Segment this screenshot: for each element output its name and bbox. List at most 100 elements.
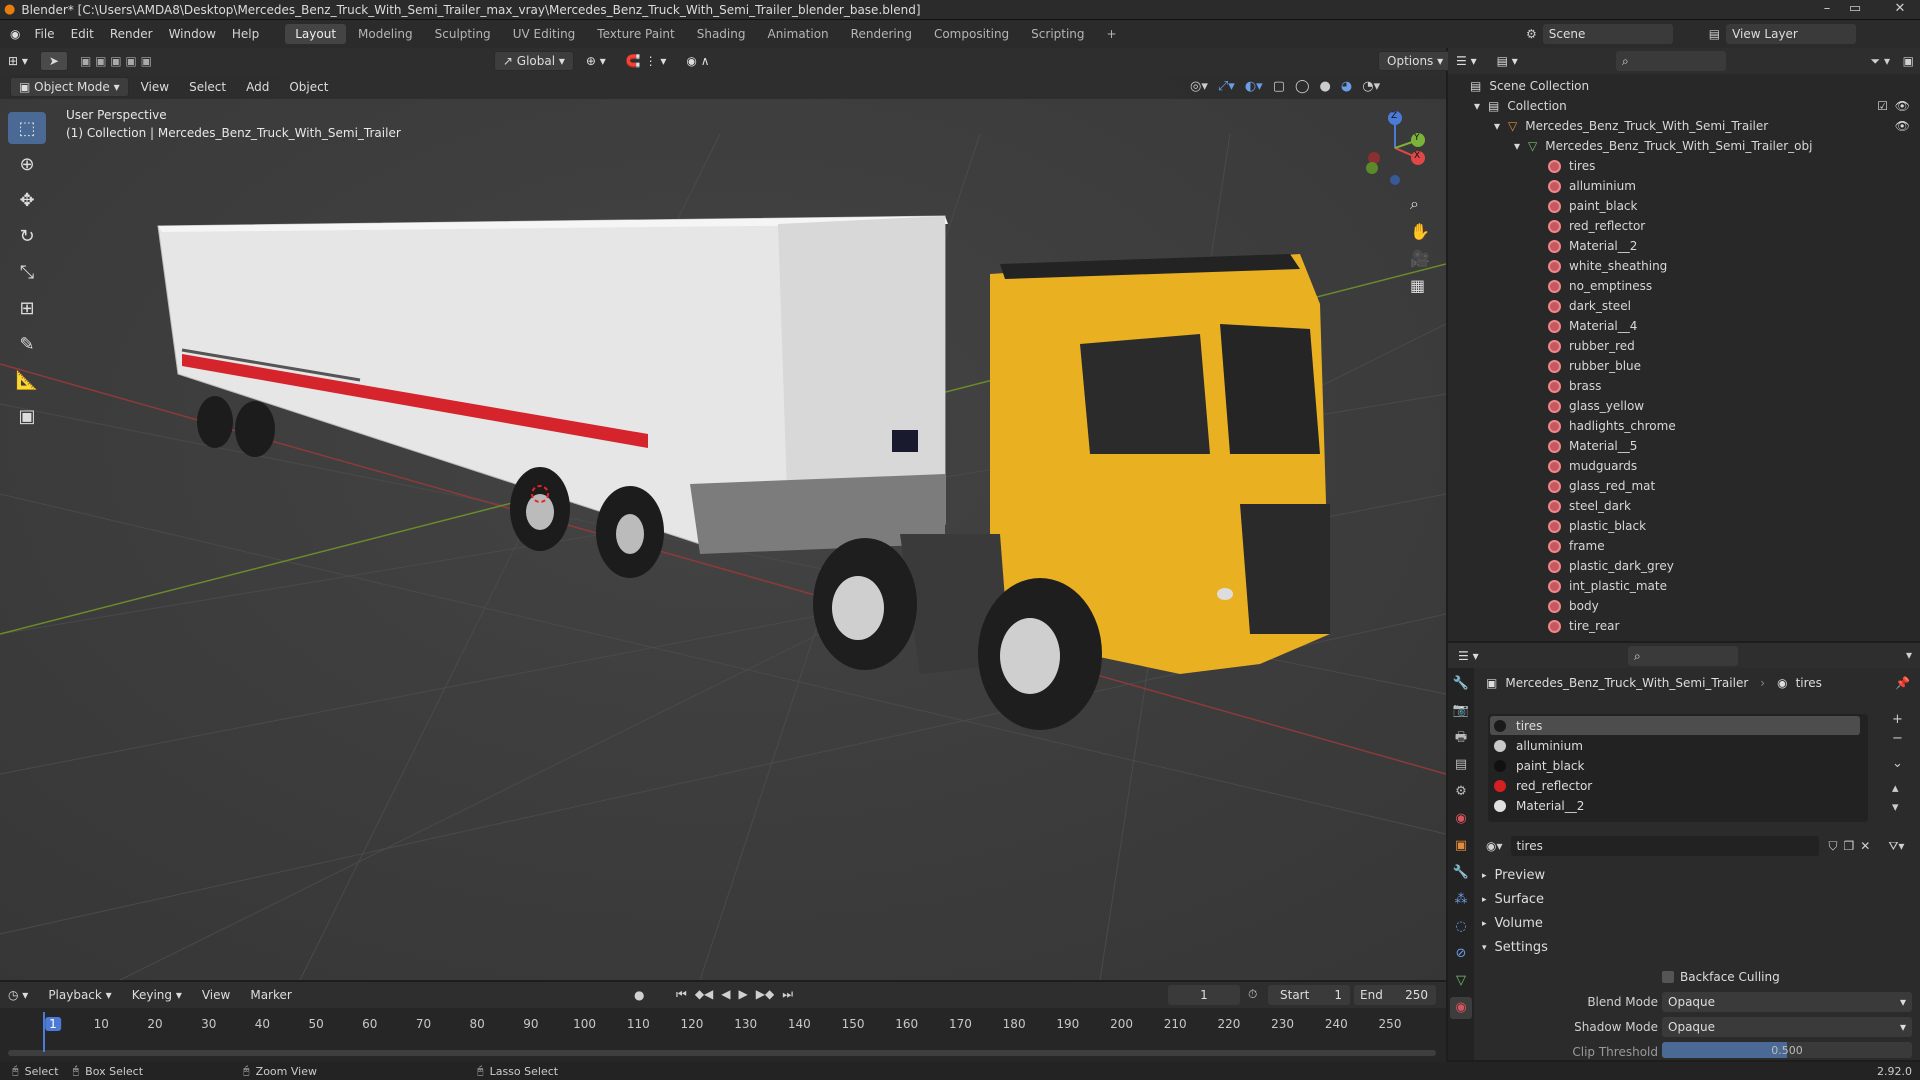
outliner-material-item[interactable]: frame <box>1548 536 1605 556</box>
object-visibility-icon[interactable]: 👁 <box>1895 119 1910 133</box>
timeline-scrollbar[interactable] <box>8 1050 1436 1056</box>
gizmo-toggle-icon[interactable]: ⤢▾ <box>1218 79 1235 94</box>
add-slot-button[interactable]: + <box>1892 712 1903 727</box>
slot-specials-button[interactable]: ⌄ <box>1892 756 1903 771</box>
render-tab-icon[interactable]: 📷 <box>1450 700 1472 722</box>
outliner-scene-collection[interactable]: ▤ Scene Collection <box>1470 76 1589 96</box>
new-collection-icon[interactable]: ▣ <box>1903 54 1914 68</box>
workspace-tab-modeling[interactable]: Modeling <box>348 24 423 44</box>
remove-slot-button[interactable]: − <box>1892 731 1903 746</box>
scene-tab-icon[interactable]: ⚙ <box>1450 781 1472 803</box>
outliner-material-item[interactable]: dark_steel <box>1548 296 1631 316</box>
menu-edit[interactable]: Edit <box>63 27 102 41</box>
expand-arrow-icon[interactable]: ▾ <box>1494 119 1500 133</box>
options-dropdown[interactable]: Options ▾ <box>1378 51 1453 71</box>
stopwatch-icon[interactable]: ⏱ <box>1248 987 1257 1002</box>
proportional-edit-icon[interactable]: ◉ ∧ <box>678 51 717 71</box>
viewport-menu-add[interactable]: Add <box>238 77 277 97</box>
output-tab-icon[interactable]: 🖶 <box>1450 727 1472 749</box>
viewport-menu-view[interactable]: View <box>133 77 177 97</box>
transform-orientation-dropdown[interactable]: ↗ Global ▾ <box>493 51 574 71</box>
timeline-menu-view[interactable]: View <box>194 985 238 1005</box>
select-mode-icons[interactable]: ▣ ▣ ▣ ▣ ▣ <box>72 51 160 71</box>
start-frame-field[interactable]: Start 1 <box>1268 985 1350 1005</box>
add-cube-tool-icon[interactable]: ▣ <box>8 400 46 432</box>
outliner-material-item[interactable]: body <box>1548 596 1599 616</box>
outliner-editor-type-icon[interactable]: ☰ ▾ <box>1448 51 1485 71</box>
outliner-collection[interactable]: ▾ ▤ Collection ☑ 👁 <box>1474 96 1914 116</box>
material-browse-icon[interactable]: ◉▾ <box>1486 839 1503 853</box>
outliner-material-item[interactable]: mudguards <box>1548 456 1637 476</box>
outliner-material-item[interactable]: hadlights_chrome <box>1548 416 1676 436</box>
select-box-tool-icon[interactable]: ⬚ <box>8 112 46 144</box>
particles-tab-icon[interactable]: ⁂ <box>1450 889 1472 911</box>
navigation-gizmo[interactable]: Z X Y <box>1360 108 1440 188</box>
outliner-material-item[interactable]: rubber_red <box>1548 336 1635 356</box>
properties-options-icon[interactable]: ▾ <box>1906 648 1912 662</box>
scale-tool-icon[interactable]: ⤡ <box>8 256 46 288</box>
material-tab-icon[interactable]: ◉ <box>1450 997 1472 1019</box>
tool-tab-icon[interactable]: 🔧 <box>1450 673 1472 695</box>
visibility-icon[interactable]: ◎▾ <box>1190 79 1208 94</box>
constraints-tab-icon[interactable]: ⊘ <box>1450 943 1472 965</box>
move-tool-icon[interactable]: ✥ <box>8 184 46 216</box>
blend-mode-dropdown[interactable]: Opaque ▾ <box>1662 992 1912 1012</box>
transform-tool-icon[interactable]: ⊞ <box>8 292 46 324</box>
xray-icon[interactable]: ▢ <box>1273 79 1285 94</box>
ortho-grid-icon[interactable]: ▦ <box>1410 276 1430 295</box>
outliner-material-item[interactable]: white_sheathing <box>1548 256 1667 276</box>
outliner-mesh[interactable]: ▾ ▽ Mercedes_Benz_Truck_With_Semi_Trailer_… <box>1514 136 1812 156</box>
workspace-tab-shading[interactable]: Shading <box>687 24 756 44</box>
snap-icon[interactable]: 🧲 ⋮ ▾ <box>618 51 675 71</box>
workspace-tab-layout[interactable]: Layout <box>285 24 347 44</box>
modifier-tab-icon[interactable]: 🔧 <box>1450 862 1472 884</box>
workspace-tab-compositing[interactable]: Compositing <box>924 24 1019 44</box>
rendered-shading-icon[interactable]: ◔▾ <box>1362 79 1380 94</box>
annotate-tool-icon[interactable]: ✎ <box>8 328 46 360</box>
fake-user-icon[interactable]: ⛉ <box>1829 839 1838 854</box>
end-frame-field[interactable]: End 250 <box>1354 985 1436 1005</box>
pin-icon[interactable]: 📌 <box>1895 676 1910 690</box>
outliner-material-item[interactable]: red_reflector <box>1548 216 1645 236</box>
pivot-icon[interactable]: ⊕ ▾ <box>578 51 614 71</box>
material-name-field[interactable]: tires <box>1510 836 1819 856</box>
viewport-menu-object[interactable]: Object <box>281 77 336 97</box>
blender-menu-icon[interactable]: ◉ <box>10 27 20 41</box>
maximize-button[interactable]: ▭ <box>1842 0 1868 18</box>
measure-tool-icon[interactable]: 📐 <box>8 364 46 396</box>
pan-hand-icon[interactable]: ✋ <box>1410 222 1430 241</box>
camera-view-icon[interactable]: 🎥 <box>1410 249 1430 268</box>
move-slot-down-button[interactable]: ▾ <box>1892 800 1903 815</box>
close-button[interactable]: ✕ <box>1880 0 1920 18</box>
timeline-menu-playback[interactable]: Playback ▾ <box>40 985 119 1005</box>
unlink-material-icon[interactable]: ✕ <box>1860 839 1870 853</box>
timeline-menu-marker[interactable]: Marker <box>242 985 299 1005</box>
menu-help[interactable]: Help <box>224 27 267 41</box>
workspace-tab-uv-editing[interactable]: UV Editing <box>503 24 586 44</box>
outliner-material-item[interactable]: paint_black <box>1548 196 1637 216</box>
3d-viewport[interactable]: User Perspective (1) Collection | Merced… <box>0 74 1446 980</box>
outliner-material-item[interactable]: glass_red_mat <box>1548 476 1655 496</box>
physics-tab-icon[interactable]: ◌ <box>1450 916 1472 938</box>
filter-icon[interactable]: ⏷ ▾ <box>1871 54 1890 69</box>
select-tool-icon[interactable]: ➤ <box>39 51 68 71</box>
outliner-object[interactable]: ▾ ▽ Mercedes_Benz_Truck_With_Semi_Trailer … <box>1494 116 1914 136</box>
outliner-material-item[interactable]: plastic_dark_grey <box>1548 556 1674 576</box>
current-frame-field[interactable]: 1 <box>1168 985 1240 1005</box>
jump-end-icon[interactable]: ⏭ <box>782 987 793 1002</box>
outliner-material-item[interactable]: glass_yellow <box>1548 396 1644 416</box>
volume-section-header[interactable]: ▸ Volume <box>1482 916 1543 931</box>
editor-type-icon[interactable]: ⊞ ▾ <box>0 51 36 71</box>
wireframe-shading-icon[interactable]: ◯ <box>1295 79 1310 94</box>
material-slot[interactable]: paint_black <box>1490 756 1862 775</box>
data-tab-icon[interactable]: ▽ <box>1450 970 1472 992</box>
material-slot[interactable]: tires <box>1490 716 1860 735</box>
scene-selector[interactable]: Scene <box>1542 24 1673 44</box>
solid-shading-icon[interactable]: ● <box>1320 79 1331 94</box>
expand-arrow-icon[interactable]: ▾ <box>1474 99 1480 113</box>
workspace-tab-scripting[interactable]: Scripting <box>1021 24 1094 44</box>
backface-culling-checkbox[interactable]: Backface Culling <box>1662 970 1780 984</box>
properties-search-input[interactable]: ⌕ <box>1628 646 1738 666</box>
next-keyframe-icon[interactable]: ▶◆ <box>756 987 774 1002</box>
move-slot-up-button[interactable]: ▴ <box>1892 781 1903 796</box>
